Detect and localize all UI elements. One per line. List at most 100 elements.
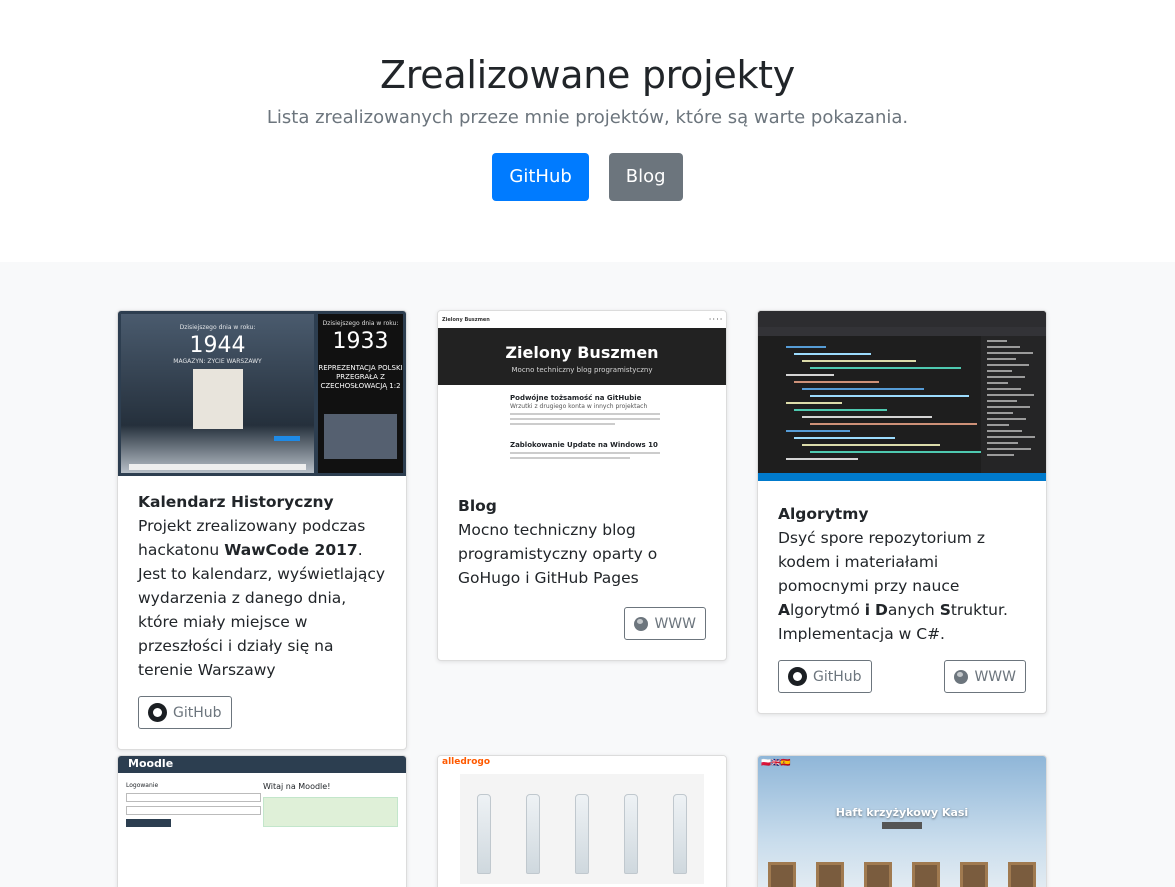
code-line [786,374,834,376]
blog-header-title: Zielony Buszmen [505,343,659,362]
code-line [786,402,842,404]
bottle [623,794,638,874]
solution-item [987,388,1021,390]
www-link-button[interactable]: WWW [624,607,706,640]
code-line [810,367,961,369]
blog-screenshot: Zielony Buszmen · · · · Zielony Buszmen M… [438,311,726,473]
code-line [794,381,879,383]
card-text-part: . Jest to kalendarz, wyświetlający wydar… [138,541,386,679]
www-link-label: WWW [654,615,696,632]
globe-icon [634,616,649,631]
calendar-phone-preview: Dzisiejszego dnia w roku: 1933 REPREZENT… [318,314,403,473]
solution-item [987,430,1022,432]
card-body: Algorytmy Dsyć spore repozytorium z kode… [758,481,1046,713]
github-link-button[interactable]: GitHub [778,660,872,693]
blog-button[interactable]: Blog [608,153,683,201]
desk-blue-button [274,436,300,441]
projects-album: Dzisiejszego dnia w roku: 1944 MAGAZYN: … [0,262,1175,887]
blog-header-subtitle: Mocno techniczny blog programistyczny [511,366,653,374]
card-text-bold: A [778,601,790,619]
ide-menu-bar [758,311,1046,327]
code-line [794,437,895,439]
language-flags-icon: 🇵🇱🇬🇧🇪🇸 [761,758,791,767]
code-line [794,409,887,411]
project-card-algorithms: Algorytmy Dsyć spore repozytorium z kode… [757,310,1047,714]
football-image [324,414,397,459]
hero-buttons: GitHub Blog [0,153,1175,201]
blog-nav: Zielony Buszmen · · · · [438,311,726,328]
solution-item [987,376,1025,378]
page-lead: Lista zrealizowanych przeze mnie projekt… [266,107,909,128]
moodle-welcome-title: Witaj na Moodle! [263,782,331,791]
card-body: Blog Mocno techniczny blog programistycz… [438,473,726,660]
moodle-welcome: Witaj na Moodle! [263,782,398,827]
text-line [510,418,660,420]
card-text-bold: D [875,601,888,619]
desk-input-bar [129,464,306,470]
calendar-screenshot: Dzisiejszego dnia w roku: 1944 MAGAZYN: … [118,311,406,476]
bottle [672,794,687,874]
picture-frame [816,862,844,887]
blog-post-preview: Zablokowanie Update na Windows 10 [510,441,660,459]
picture-frame [768,862,796,887]
code-line [810,395,969,397]
ide-status-bar [758,473,1046,481]
phone-caption: Dzisiejszego dnia w roku: [322,320,399,327]
project-card-blog: Zielony Buszmen · · · · Zielony Buszmen M… [437,310,727,661]
card-actions: GitHub [138,696,386,729]
embroidery-screenshot: 🇵🇱🇬🇧🇪🇸 Haft krzyżykowy Kasi [758,756,1046,887]
moodle-brand: Moodle [118,756,406,773]
card-text-part: anych [887,601,940,619]
solution-item [987,382,1008,384]
code-line [810,423,977,425]
phone-headline: REPREZENTACJA POLSKI PRZEGRAŁA Z CZECHOS… [318,364,403,390]
desk-headline: MAGAZYN: ŻYCIE WARSZAWY [173,358,262,365]
solution-item [987,454,1014,456]
embroidery-title: Haft krzyżykowy Kasi [835,806,969,819]
solution-item [987,448,1031,450]
text-line [510,457,630,459]
moodle-alert [263,797,398,827]
blog-post-title: Podwójne tożsamość na GitHubie [510,394,642,402]
project-card-embroidery: 🇵🇱🇬🇧🇪🇸 Haft krzyżykowy Kasi [757,755,1047,887]
github-button[interactable]: GitHub [492,153,589,201]
card-text: Dsyć spore repozytorium z kodem i materi… [778,526,1026,646]
solution-item [987,346,1020,348]
card-title: Kalendarz Historyczny [138,493,334,511]
card-text-bold: S [939,601,951,619]
product-image [460,774,704,884]
github-link-button[interactable]: GitHub [138,696,232,729]
project-card-calendar: Dzisiejszego dnia w roku: 1944 MAGAZYN: … [117,310,407,750]
blog-header: Zielony Buszmen Mocno techniczny blog pr… [438,328,726,385]
solution-item [987,412,1013,414]
solution-item [987,364,1029,366]
www-link-label: WWW [974,668,1016,685]
blog-nav-links: · · · · [709,317,722,323]
github-icon [788,667,807,686]
calendar-desktop-preview: Dzisiejszego dnia w roku: 1944 MAGAZYN: … [121,314,314,473]
code-line [786,346,826,348]
picture-frame [960,862,988,887]
moodle-login-form: Logowanie [126,782,261,827]
code-line [802,388,924,390]
card-actions: WWW [458,607,706,640]
login-input [126,793,261,802]
blog-post-preview: Podwójne tożsamość na GitHubie Wrzutki z… [510,394,660,425]
text-line [510,413,660,415]
login-button [126,819,171,827]
solution-item [987,340,1007,342]
code-line [810,451,985,453]
solution-item [987,400,1017,402]
card-text-part: lgorytmó [790,601,865,619]
card-title: Algorytmy [778,505,869,523]
code-line [794,353,871,355]
shop-brand: alledrogo [442,757,491,767]
blog-post-subtitle: Wrzutki z drugiego konta w innych projek… [510,403,648,410]
shop-screenshot: alledrogo [438,756,726,887]
solution-item [987,406,1030,408]
hero-section: Zrealizowane projekty Lista zrealizowany… [0,0,1175,262]
card-text: Projekt zrealizowany podczas hackatonu W… [138,514,386,682]
solution-item [987,442,1018,444]
picture-frame [1008,862,1036,887]
www-link-button[interactable]: WWW [944,660,1026,693]
